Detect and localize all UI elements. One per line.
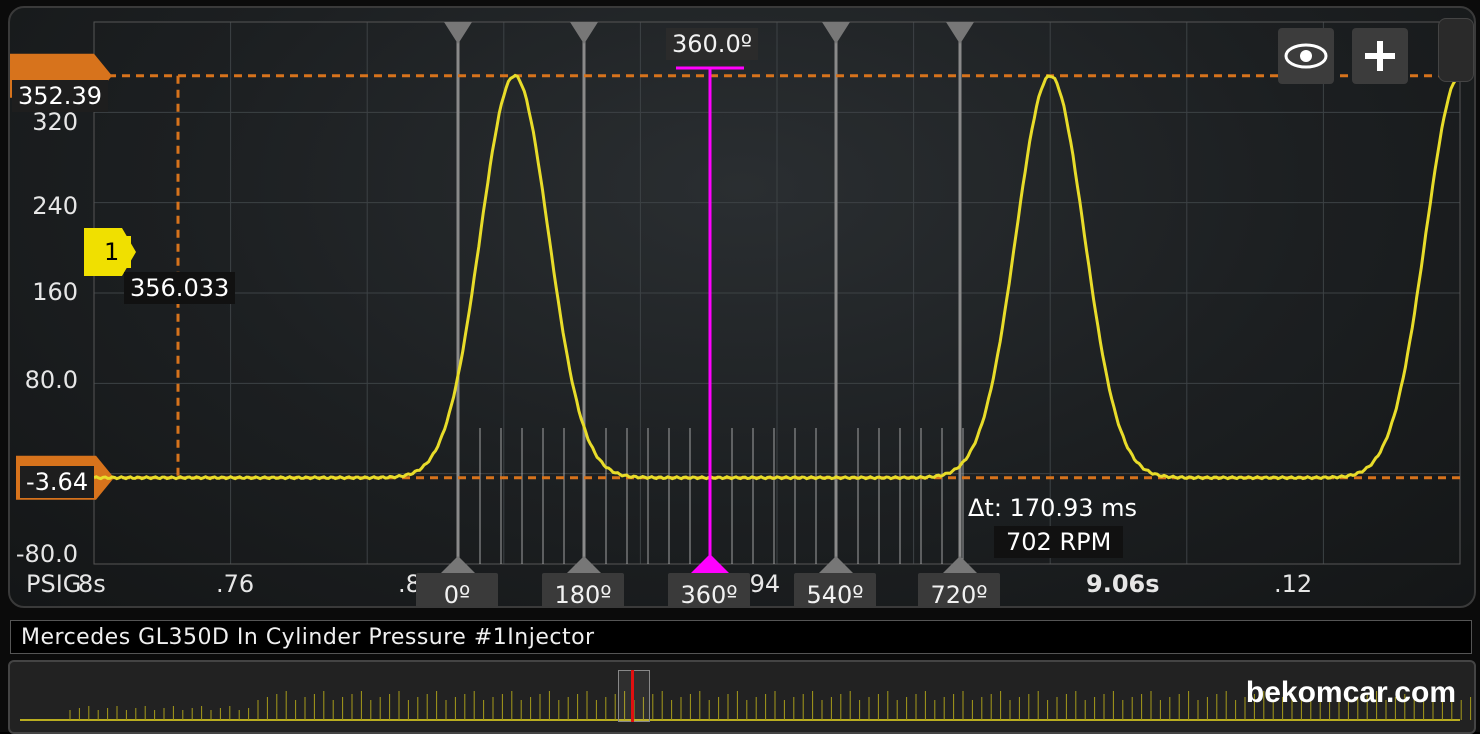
x-tick-label: 9.06s (1086, 570, 1160, 598)
degree-cursor-bottom (440, 556, 476, 574)
y-tick-label: -80.0 (15, 540, 78, 568)
delta-t-readout: Δt: 170.93 ms (968, 494, 1138, 522)
add-button[interactable] (1352, 28, 1408, 84)
degree-cursor-top (946, 22, 974, 44)
degree-marker[interactable]: 0º (416, 573, 498, 606)
degree-cursor-top (444, 22, 472, 44)
degree-marker[interactable]: 540º (794, 573, 876, 606)
panel-handle[interactable] (1438, 18, 1474, 82)
y-axis-unit: PSIG (26, 570, 82, 598)
degree-cursor-bottom (566, 556, 602, 574)
degree-marker[interactable]: 180º (542, 573, 624, 606)
rpm-readout: 702 RPM (994, 526, 1124, 558)
marker-1-value: 356.033 (124, 272, 236, 304)
y-tick-label: 160 (32, 278, 78, 306)
plot-area[interactable] (10, 8, 1474, 606)
x-tick-label: .12 (1274, 570, 1313, 598)
degree-marker[interactable]: 360º (668, 573, 750, 606)
degree-marker[interactable]: 720º (918, 573, 1000, 606)
eye-icon (1284, 43, 1328, 69)
overview-position-marker (631, 670, 634, 722)
top-ref-value[interactable]: 352.39 (12, 80, 108, 112)
eye-button[interactable] (1278, 28, 1334, 84)
y-tick-label: 320 (32, 108, 78, 136)
watermark-text: bekomcar.com (1245, 676, 1456, 709)
degree-cursor-top (822, 22, 850, 44)
active-degree-label: 360.0º (666, 28, 759, 60)
y-tick-label: 240 (32, 192, 78, 220)
degree-cursor-bottom (942, 556, 978, 574)
x-tick-label: 8s (78, 570, 106, 598)
scope-panel: 320 240 160 80.0 -80.0 PSIG 8s .76 .8 .9… (8, 6, 1476, 608)
x-tick-label: .76 (216, 570, 255, 598)
marker-1-tag[interactable]: 1 (92, 236, 132, 268)
app-frame: 320 240 160 80.0 -80.0 PSIG 8s .76 .8 .9… (0, 0, 1480, 734)
plus-icon (1365, 41, 1395, 71)
channel-title: Mercedes GL350D In Cylinder Pressure #1I… (10, 620, 1472, 654)
degree-cursor-top (570, 22, 598, 44)
bottom-ref-value[interactable]: -3.64 (20, 466, 95, 498)
overview-window[interactable] (618, 670, 650, 722)
y-tick-label: 80.0 (24, 366, 78, 394)
degree-cursor-bottom (818, 556, 854, 574)
